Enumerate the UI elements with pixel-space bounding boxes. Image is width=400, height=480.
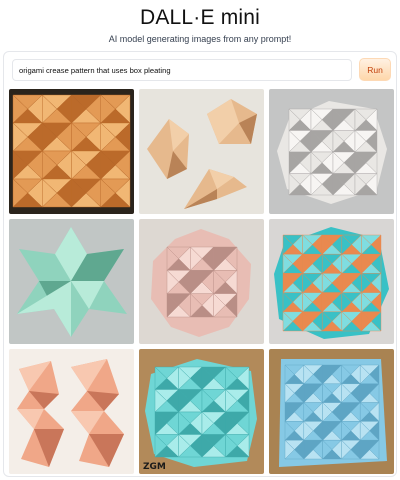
result-image-9-art xyxy=(269,349,394,474)
result-image-4-art xyxy=(9,219,134,344)
result-image-5[interactable] xyxy=(139,219,264,344)
result-image-4[interactable] xyxy=(9,219,134,344)
result-image-9[interactable] xyxy=(269,349,394,474)
result-image-6[interactable] xyxy=(269,219,394,344)
page-subtitle: AI model generating images from any prom… xyxy=(108,34,292,44)
results-gallery: ZGM xyxy=(9,89,394,474)
prompt-input[interactable] xyxy=(12,59,352,81)
image-watermark: ZGM xyxy=(143,462,166,472)
result-image-2-art xyxy=(139,89,264,214)
result-image-8-art: ZGM xyxy=(139,349,264,474)
result-image-7[interactable] xyxy=(9,349,134,474)
generator-card: Run xyxy=(3,51,397,477)
result-image-3[interactable] xyxy=(269,89,394,214)
result-image-5-art xyxy=(139,219,264,344)
result-image-6-art xyxy=(269,219,394,344)
result-image-2[interactable] xyxy=(139,89,264,214)
result-image-1-art xyxy=(9,89,134,214)
result-image-1[interactable] xyxy=(9,89,134,214)
run-button[interactable]: Run xyxy=(359,58,391,81)
result-image-8[interactable]: ZGM xyxy=(139,349,264,474)
result-image-7-art xyxy=(9,349,134,474)
page-title: DALL·E mini xyxy=(139,6,261,29)
result-image-3-art xyxy=(269,89,394,214)
